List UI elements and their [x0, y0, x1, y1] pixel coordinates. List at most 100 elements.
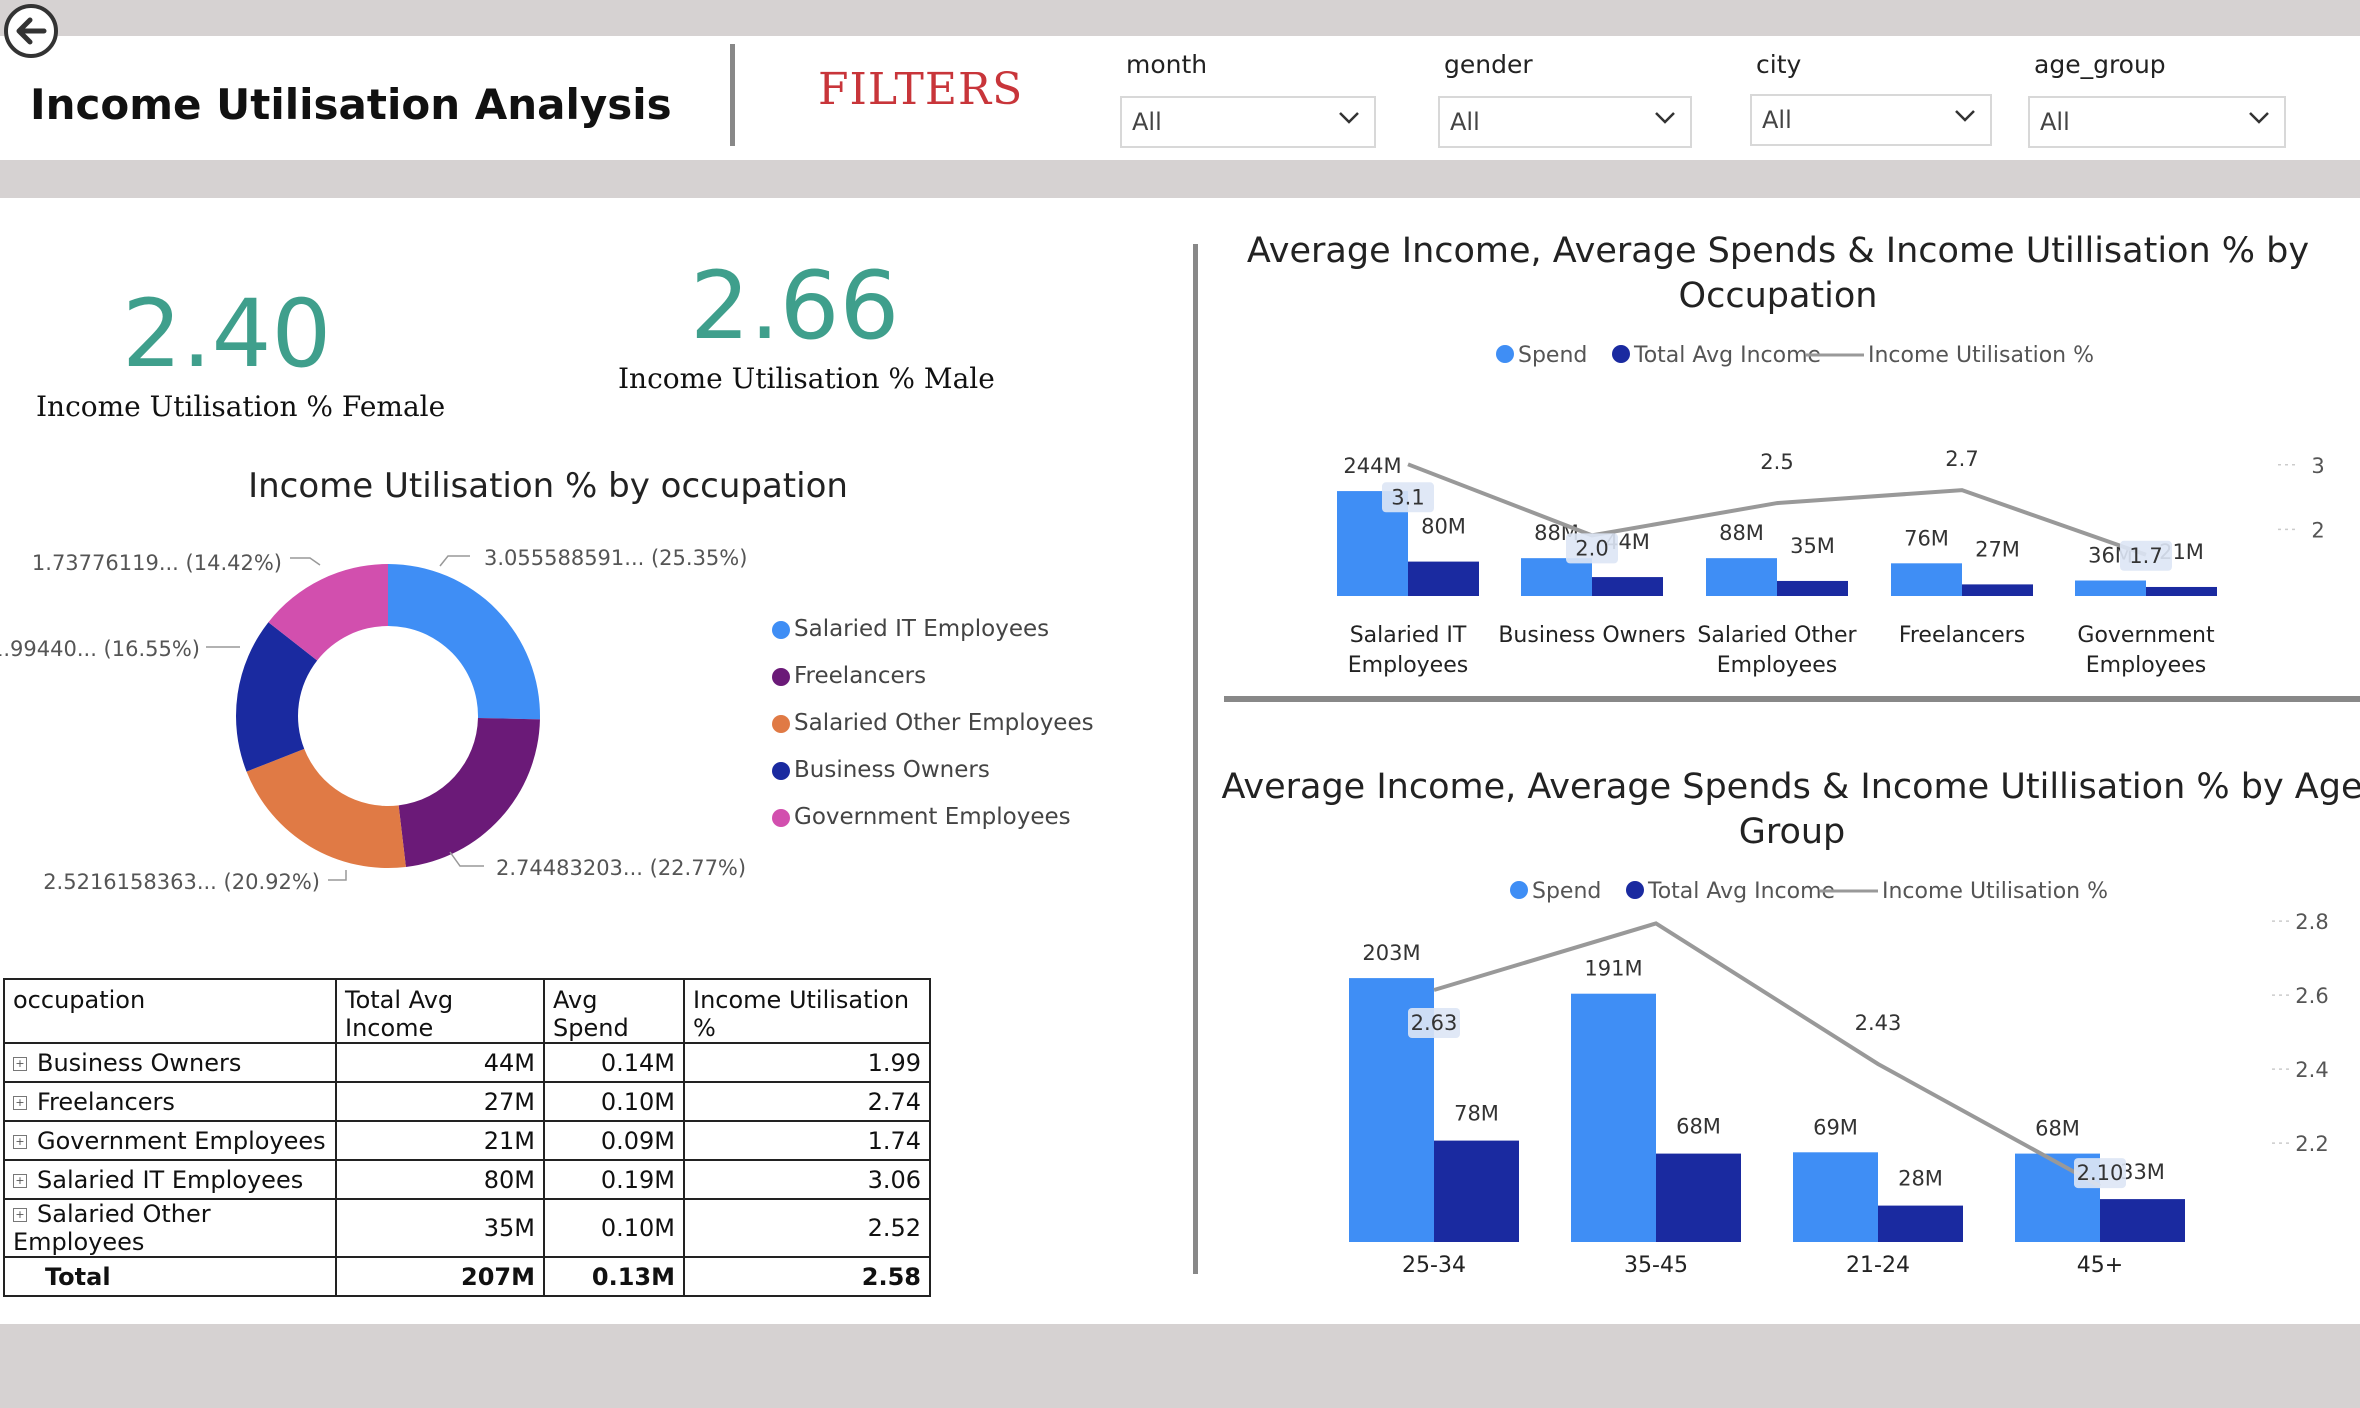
legend-label: Freelancers [794, 663, 927, 689]
category-label: Employees [1717, 653, 1837, 678]
top-band [0, 0, 2360, 36]
legend-dot [1496, 345, 1514, 363]
donut-title: Income Utilisation % by occupation [248, 466, 848, 506]
category-label: Government [2077, 623, 2215, 648]
bar-total-avg-income [1656, 1153, 1741, 1242]
legend-item[interactable]: Government Employees [772, 794, 1094, 841]
age-group-dropdown[interactable]: All [2028, 96, 2286, 148]
table-cell: 3.06 [683, 1159, 931, 1200]
chevron-down-icon [1955, 110, 1975, 122]
month-dropdown-value: All [1132, 108, 1162, 136]
bar-value-label: 33M [2120, 1160, 2165, 1184]
table-row[interactable]: + Salaried IT Employees 80M 0.19M 3.06 [3, 1159, 931, 1200]
chart-title: Average Income, Average Spends & Income … [1247, 231, 2309, 271]
age-group-dropdown-value: All [2040, 108, 2070, 136]
bar-value-label: 80M [1421, 515, 1466, 539]
axis-tick-label: 2.6 [2295, 984, 2328, 1008]
legend-dot [772, 667, 790, 686]
table-header-cell[interactable]: Income Utilisation % [683, 978, 931, 1044]
table-cell: 2.74 [683, 1081, 931, 1122]
bar-total-avg-income [1777, 580, 1848, 596]
table-cell: 207M [335, 1256, 545, 1297]
filter-label-city: city [1756, 50, 1802, 79]
category-label: Freelancers [1899, 623, 2025, 648]
bar-value-label: 27M [1975, 537, 2020, 561]
bar-value-label: 203M [1362, 941, 1420, 965]
table-row[interactable]: + Salaried Other Employees 35M 0.10M 2.52 [3, 1198, 931, 1258]
legend-dot [1510, 881, 1528, 899]
table-header-cell[interactable]: Avg Spend [543, 978, 685, 1044]
leader-line [328, 870, 347, 881]
axis-tick-label: 2 [2311, 518, 2324, 542]
filters-title: FILTERS [818, 64, 1024, 115]
category-label: 35-45 [1624, 1253, 1688, 1278]
table-header-cell[interactable]: Total Avg Income [335, 978, 545, 1044]
legend-item[interactable]: Freelancers [772, 653, 1094, 700]
filter-label-age-group: age_group [2034, 50, 2166, 79]
axis-tick-label: 2.8 [2295, 910, 2328, 934]
bar-spend [1891, 563, 1962, 596]
table-row[interactable]: + Business Owners 44M 0.14M 1.99 [3, 1042, 931, 1083]
table-cell: Salaried Other Employees [13, 1200, 211, 1256]
chevron-down-icon [2249, 112, 2269, 124]
bar-value-label: 28M [1898, 1167, 1943, 1191]
donut-data-label: 3.055588591... (25.35%) [484, 546, 747, 570]
kpi-female-value: 2.40 [122, 280, 332, 389]
table-cell: 1.99 [683, 1042, 931, 1083]
chart-title: Average Income, Average Spends & Income … [1221, 767, 2360, 807]
expand-icon[interactable]: + [13, 1095, 27, 1110]
table-cell: 1.74 [683, 1120, 931, 1161]
line-value-label: 2.0 [1575, 536, 1608, 560]
expand-icon[interactable]: + [13, 1208, 27, 1222]
leader-line [439, 555, 470, 567]
table-cell: 27M [335, 1081, 545, 1122]
chart-title: Group [1739, 812, 1846, 852]
occupation-table: occupation Total Avg Income Avg Spend In… [3, 978, 931, 1297]
table-row[interactable]: + Government Employees 21M 0.09M 1.74 [3, 1120, 931, 1161]
table-cell: 0.10M [543, 1081, 685, 1122]
table-cell: 0.13M [543, 1256, 685, 1297]
table-cell: 80M [335, 1159, 545, 1200]
bar-total-avg-income [1592, 577, 1663, 596]
kpi-male-value: 2.66 [690, 252, 900, 361]
legend-label: Total Avg Income [1647, 879, 1835, 904]
donut-data-label: 1.73776119... (14.42%) [32, 551, 282, 575]
category-label: Salaried IT [1350, 623, 1467, 648]
table-row[interactable]: + Freelancers 27M 0.10M 2.74 [3, 1081, 931, 1122]
legend-item[interactable]: Business Owners [772, 747, 1094, 794]
pane-separator [1193, 244, 1198, 1274]
bar-value-label: 76M [1904, 526, 1949, 550]
donut-data-label: 1.99440... (16.55%) [0, 637, 200, 661]
table-cell: Salaried IT Employees [37, 1165, 304, 1194]
table-cell: 0.10M [543, 1198, 685, 1258]
table-cell: Total [3, 1256, 337, 1297]
expand-icon[interactable]: + [13, 1056, 27, 1071]
bar-value-label: 191M [1584, 957, 1642, 981]
axis-tick-label: 2.4 [2295, 1058, 2328, 1082]
legend-label: Government Employees [794, 804, 1071, 830]
kpi-female-label: Income Utilisation % Female [36, 390, 446, 423]
legend-item[interactable]: Salaried IT Employees [772, 606, 1094, 653]
city-dropdown[interactable]: All [1750, 94, 1992, 146]
header-divider-band [0, 160, 2360, 198]
legend-item[interactable]: Salaried Other Employees [772, 700, 1094, 747]
legend-label: Business Owners [794, 757, 990, 783]
category-label: 45+ [2077, 1253, 2123, 1278]
table-cell: Business Owners [37, 1048, 242, 1077]
month-dropdown[interactable]: All [1120, 96, 1376, 148]
category-label: Salaried Other [1697, 623, 1857, 648]
gender-dropdown[interactable]: All [1438, 96, 1692, 148]
age-group-combo-chart: Average Income, Average Spends & Income … [1221, 767, 2360, 1278]
expand-icon[interactable]: + [13, 1173, 27, 1188]
donut-slice [398, 717, 540, 867]
legend-dot [772, 761, 790, 780]
legend-label: Spend [1532, 879, 1601, 904]
bottom-band [0, 1324, 2360, 1408]
legend-dot [772, 808, 790, 827]
line-value-label: 2.7 [1945, 447, 1978, 471]
leader-line [290, 557, 321, 566]
bar-value-label: 35M [1790, 534, 1835, 558]
table-header-cell[interactable]: occupation [3, 978, 337, 1044]
back-button[interactable] [2, 2, 60, 60]
expand-icon[interactable]: + [13, 1134, 27, 1149]
